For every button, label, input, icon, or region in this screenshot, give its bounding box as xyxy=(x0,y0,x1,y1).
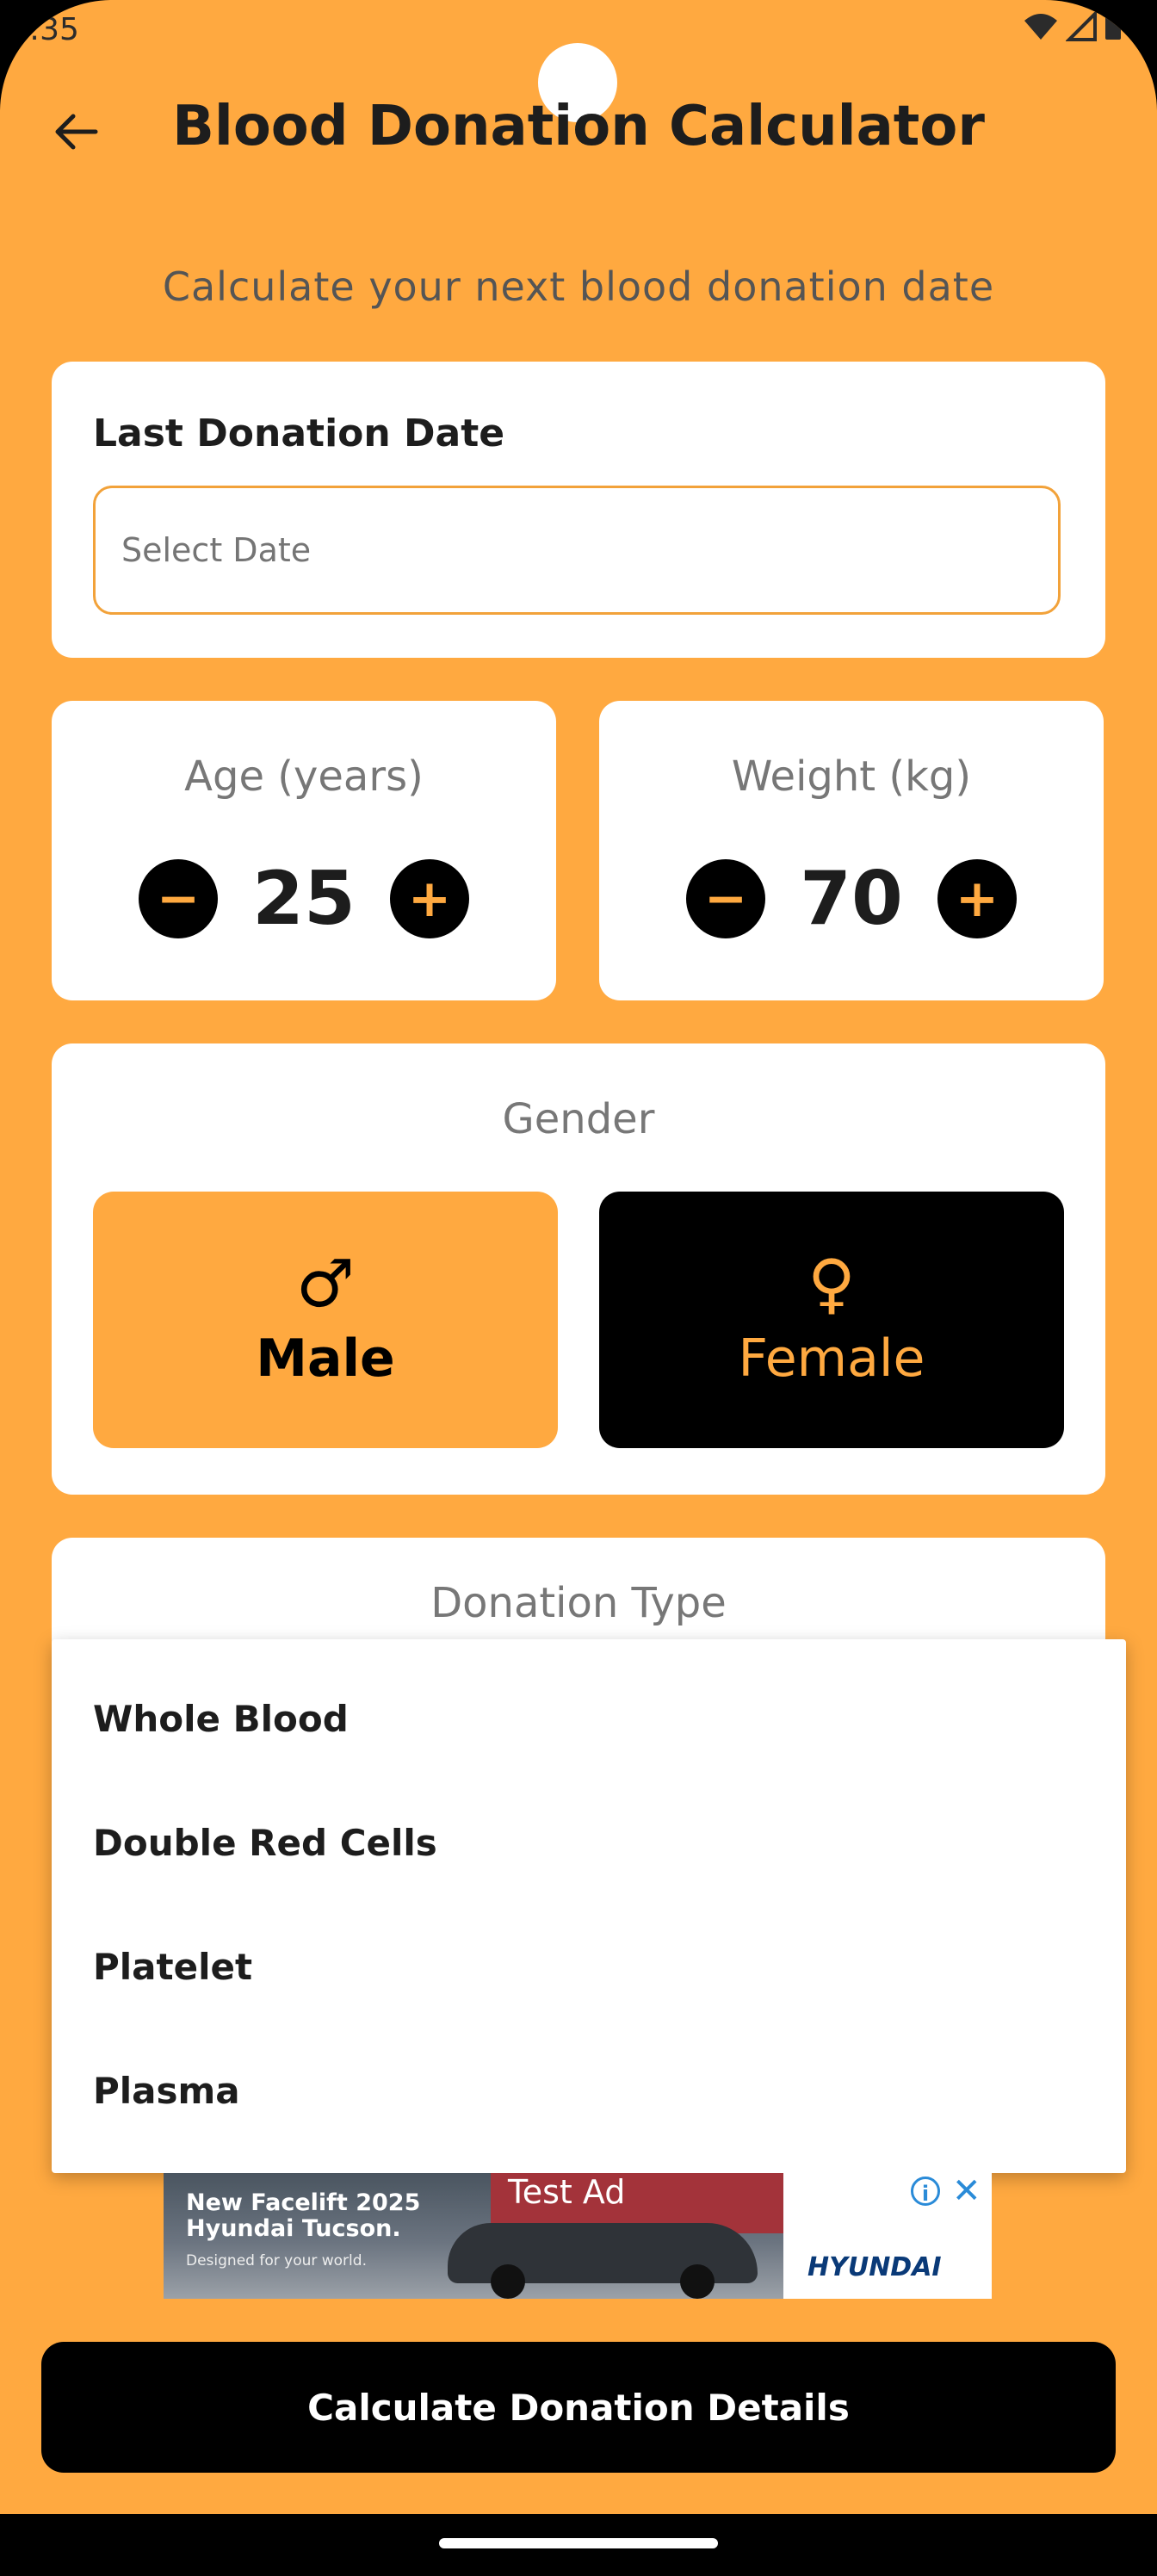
female-icon: ♀ xyxy=(807,1245,856,1322)
gender-card: Gender ♂ Male ♀ Female xyxy=(52,1043,1105,1495)
ad-close-icon[interactable]: ✕ xyxy=(952,2173,981,2211)
weight-label: Weight (kg) xyxy=(731,752,972,801)
weight-value: 70 xyxy=(800,856,903,942)
gender-label: Gender xyxy=(502,1095,655,1143)
status-icons xyxy=(1023,12,1123,41)
signal-icon xyxy=(1066,12,1097,41)
ad-info-icon[interactable]: i xyxy=(911,2177,940,2206)
test-ad-label: Test Ad xyxy=(508,2173,626,2211)
age-card: Age (years) − 25 + xyxy=(52,701,556,1000)
weight-stepper: − 70 + xyxy=(599,856,1104,942)
plus-icon: + xyxy=(407,869,452,929)
minus-icon: − xyxy=(156,869,201,929)
calculate-button[interactable]: Calculate Donation Details xyxy=(41,2342,1116,2473)
ad-tagline: Designed for your world. xyxy=(186,2252,367,2269)
dropdown-option-double-red-cells[interactable]: Double Red Cells xyxy=(93,1822,437,1864)
ad-headline: New Facelift 2025 Hyundai Tucson. xyxy=(186,2190,420,2242)
weight-increment-button[interactable]: + xyxy=(937,859,1017,938)
gender-female-button[interactable]: ♀ Female xyxy=(599,1192,1064,1448)
age-stepper: − 25 + xyxy=(52,856,556,942)
dropdown-option-platelet[interactable]: Platelet xyxy=(93,1946,252,1988)
battery-icon xyxy=(1105,15,1121,40)
donation-type-dropdown-menu: Whole Blood Double Red Cells Platelet Pl… xyxy=(52,1639,1126,2173)
wifi-icon xyxy=(1024,14,1057,40)
plus-icon: + xyxy=(955,869,999,929)
app-screen: :35 Blood Donation Calculator Calculate … xyxy=(0,0,1157,2576)
gender-male-button[interactable]: ♂ Male xyxy=(93,1192,558,1448)
donation-type-label: Donation Type xyxy=(430,1579,727,1627)
weight-card: Weight (kg) − 70 + xyxy=(599,701,1104,1000)
minus-icon: − xyxy=(703,869,748,929)
car-wheel xyxy=(680,2264,715,2299)
ad-headline-line2: Hyundai Tucson. xyxy=(186,2215,401,2242)
dropdown-option-whole-blood[interactable]: Whole Blood xyxy=(93,1698,349,1740)
page-subtitle: Calculate your next blood donation date xyxy=(162,263,995,310)
age-value: 25 xyxy=(252,856,356,942)
home-gesture-handle[interactable] xyxy=(439,2538,718,2548)
gender-female-label: Female xyxy=(738,1328,925,1389)
last-donation-date-field[interactable] xyxy=(93,486,1061,615)
ad-banner[interactable]: New Facelift 2025 Hyundai Tucson. Design… xyxy=(164,2173,992,2299)
last-donation-label: Last Donation Date xyxy=(93,412,505,455)
page-title: Blood Donation Calculator xyxy=(172,95,985,158)
status-time: :35 xyxy=(29,12,79,47)
weight-decrement-button[interactable]: − xyxy=(686,859,765,938)
age-label: Age (years) xyxy=(184,752,424,801)
ad-brand-logo: HYUNDAI xyxy=(807,2252,942,2282)
car-wheel xyxy=(491,2264,525,2299)
age-increment-button[interactable]: + xyxy=(390,859,469,938)
last-donation-card: Last Donation Date xyxy=(52,362,1105,658)
male-icon: ♂ xyxy=(295,1245,356,1322)
gender-male-label: Male xyxy=(256,1328,395,1389)
dropdown-option-plasma[interactable]: Plasma xyxy=(93,2070,240,2112)
ad-headline-line1: New Facelift 2025 xyxy=(186,2189,421,2216)
age-decrement-button[interactable]: − xyxy=(139,859,218,938)
